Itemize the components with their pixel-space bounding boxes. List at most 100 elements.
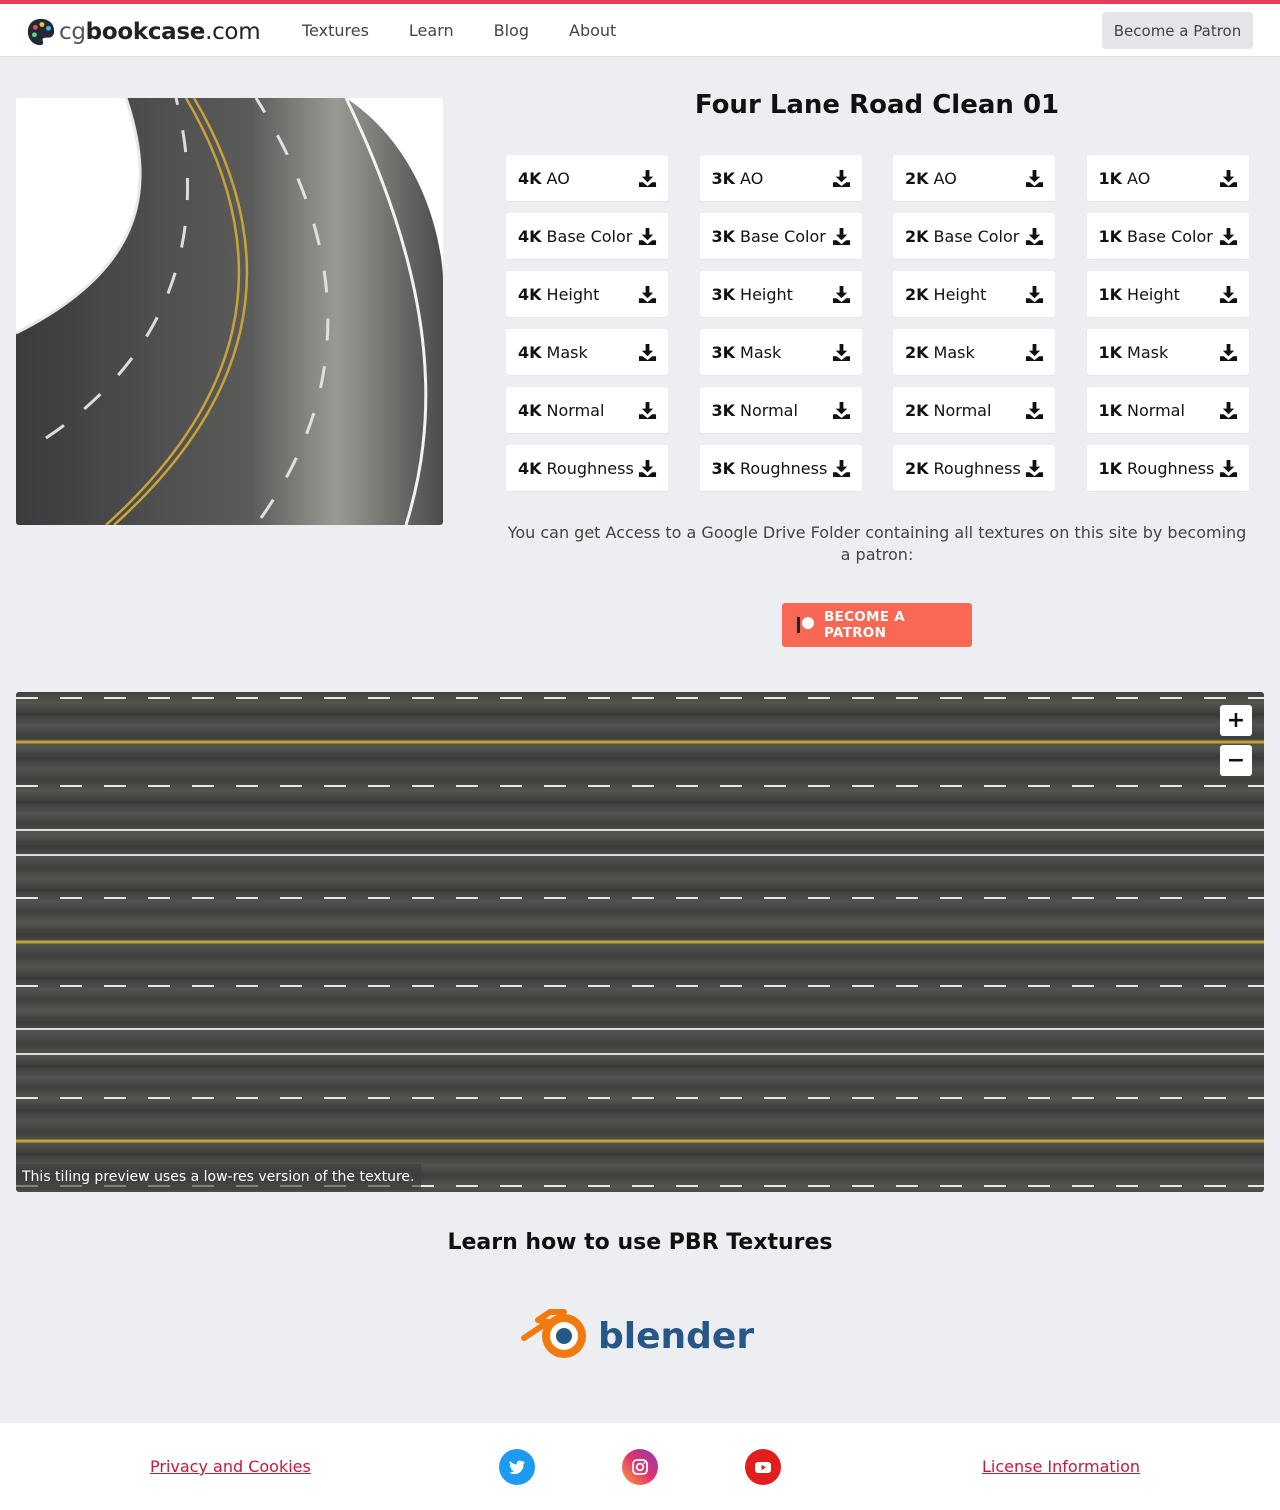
- download-2k-mask-button[interactable]: 2K Mask: [893, 329, 1055, 375]
- download-resolution: 4K: [518, 342, 542, 362]
- blender-logo[interactable]: blender: [520, 1300, 760, 1366]
- download-map-name: Normal: [546, 400, 605, 420]
- site-logo-text: cgbookcase.com: [59, 19, 261, 45]
- download-map-name: Mask: [933, 342, 975, 362]
- palette-icon: [27, 18, 55, 46]
- download-icon: [1219, 227, 1237, 246]
- site-logo[interactable]: cgbookcase.com: [26, 16, 261, 48]
- download-resolution: 2K: [905, 226, 929, 246]
- download-map-name: Base Color: [740, 226, 826, 246]
- download-2k-normal-button[interactable]: 2K Normal: [893, 387, 1055, 433]
- download-map-name: Mask: [740, 342, 782, 362]
- download-4k-mask-button[interactable]: 4K Mask: [506, 329, 668, 375]
- download-3k-height-button[interactable]: 3K Height: [699, 271, 862, 317]
- download-4k-height-button[interactable]: 4K Height: [506, 271, 668, 317]
- download-resolution: 4K: [518, 168, 542, 188]
- download-3k-roughness-button[interactable]: 3K Roughness: [699, 445, 862, 491]
- become-patron-header-button[interactable]: Become a Patron: [1102, 12, 1253, 49]
- download-1k-mask-button[interactable]: 1K Mask: [1086, 329, 1249, 375]
- download-resolution: 2K: [905, 284, 929, 304]
- nav-learn[interactable]: Learn: [409, 21, 454, 40]
- download-3k-mask-button[interactable]: 3K Mask: [699, 329, 862, 375]
- download-3k-normal-button[interactable]: 3K Normal: [699, 387, 862, 433]
- download-icon: [638, 169, 657, 188]
- download-1k-base-color-button[interactable]: 1K Base Color: [1086, 213, 1249, 259]
- download-3k-ao-button[interactable]: 3K AO: [699, 155, 862, 201]
- download-resolution: 3K: [711, 168, 736, 188]
- download-1k-normal-button[interactable]: 1K Normal: [1086, 387, 1249, 433]
- download-resolution: 1K: [1098, 458, 1123, 478]
- download-resolution: 1K: [1098, 400, 1123, 420]
- privacy-link[interactable]: Privacy and Cookies: [150, 1457, 311, 1476]
- download-2k-height-button[interactable]: 2K Height: [893, 271, 1055, 317]
- patron-note: You can get Access to a Google Drive Fol…: [507, 523, 1247, 564]
- download-map-name: AO: [740, 168, 764, 188]
- instagram-link[interactable]: [622, 1449, 658, 1485]
- twitter-icon: [509, 1460, 525, 1475]
- instagram-icon: [632, 1459, 648, 1475]
- download-icon: [638, 401, 657, 420]
- download-map-name: AO: [933, 168, 957, 188]
- download-resolution: 3K: [711, 458, 736, 478]
- download-4k-ao-button[interactable]: 4K AO: [506, 155, 668, 201]
- download-icon: [832, 169, 850, 188]
- download-resolution: 2K: [905, 168, 929, 188]
- become-patron-label: BECOME A PATRON: [823, 609, 906, 641]
- download-1k-ao-button[interactable]: 1K AO: [1086, 155, 1249, 201]
- blender-wordmark: blender: [598, 1316, 754, 1357]
- download-resolution: 2K: [905, 458, 929, 478]
- zoom-out-button[interactable]: −: [1220, 745, 1252, 776]
- download-icon: [832, 227, 850, 246]
- nav-about[interactable]: About: [569, 21, 616, 40]
- download-resolution: 3K: [711, 226, 736, 246]
- download-map-name: Height: [933, 284, 987, 304]
- download-2k-base-color-button[interactable]: 2K Base Color: [893, 213, 1055, 259]
- tiling-preview[interactable]: [16, 692, 1264, 1192]
- download-map-name: Base Color: [933, 226, 1020, 246]
- patreon-icon: [796, 617, 814, 633]
- download-4k-roughness-button[interactable]: 4K Roughness: [506, 445, 668, 491]
- download-resolution: 1K: [1098, 342, 1123, 362]
- youtube-icon: [755, 1462, 771, 1473]
- become-patron-button[interactable]: BECOME A PATRON: [782, 603, 972, 647]
- download-resolution: 4K: [518, 400, 542, 420]
- download-resolution: 4K: [518, 458, 542, 478]
- download-icon: [1025, 401, 1044, 420]
- license-link[interactable]: License Information: [982, 1457, 1140, 1476]
- download-map-name: Roughness: [740, 458, 828, 478]
- download-resolution: 1K: [1098, 284, 1123, 304]
- twitter-link[interactable]: [499, 1449, 535, 1485]
- download-map-name: Normal: [933, 400, 992, 420]
- download-4k-base-color-button[interactable]: 4K Base Color: [506, 213, 668, 259]
- download-1k-height-button[interactable]: 1K Height: [1086, 271, 1249, 317]
- download-icon: [1219, 459, 1237, 478]
- download-map-name: Roughness: [546, 458, 634, 478]
- download-4k-normal-button[interactable]: 4K Normal: [506, 387, 668, 433]
- youtube-link[interactable]: [745, 1449, 781, 1485]
- download-resolution: 2K: [905, 400, 929, 420]
- download-map-name: Normal: [1127, 400, 1185, 420]
- download-icon: [638, 459, 657, 478]
- download-icon: [1219, 169, 1237, 188]
- zoom-in-button[interactable]: +: [1220, 705, 1252, 736]
- texture-preview-image: [16, 98, 443, 525]
- download-map-name: AO: [1127, 168, 1151, 188]
- download-icon: [638, 343, 657, 362]
- download-icon: [832, 459, 850, 478]
- download-icon: [832, 285, 850, 304]
- download-3k-base-color-button[interactable]: 3K Base Color: [699, 213, 862, 259]
- download-icon: [832, 401, 850, 420]
- download-icon: [638, 227, 657, 246]
- download-resolution: 4K: [518, 226, 542, 246]
- download-2k-roughness-button[interactable]: 2K Roughness: [893, 445, 1055, 491]
- download-map-name: Mask: [546, 342, 588, 362]
- download-icon: [832, 343, 850, 362]
- site-header: cgbookcase.com Textures Learn Blog About…: [0, 4, 1280, 57]
- download-1k-roughness-button[interactable]: 1K Roughness: [1086, 445, 1249, 491]
- nav-blog[interactable]: Blog: [494, 21, 529, 40]
- download-resolution: 1K: [1098, 226, 1123, 246]
- nav-textures[interactable]: Textures: [302, 21, 369, 40]
- download-icon: [1025, 169, 1044, 188]
- download-map-name: Roughness: [933, 458, 1021, 478]
- download-2k-ao-button[interactable]: 2K AO: [893, 155, 1055, 201]
